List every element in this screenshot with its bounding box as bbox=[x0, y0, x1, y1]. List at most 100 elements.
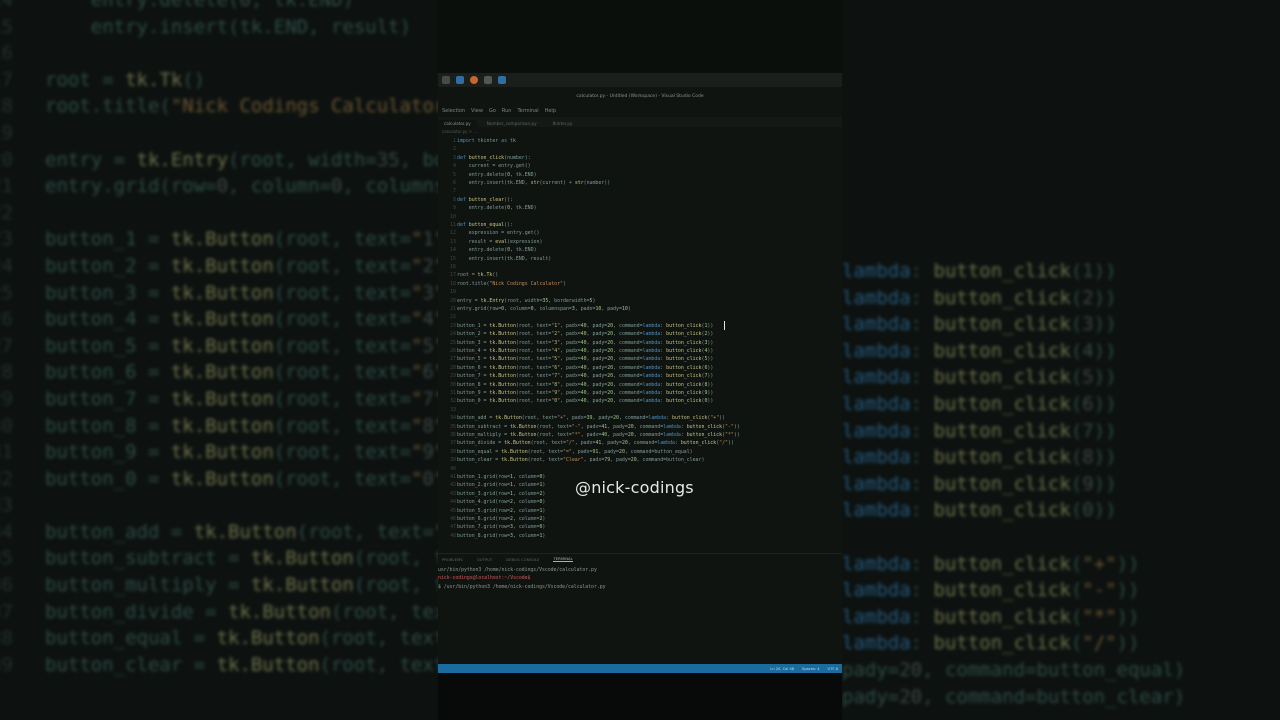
line-number: 24 bbox=[450, 331, 456, 338]
code-text: entry.insert(tk.END, str(current) + str(… bbox=[457, 180, 611, 186]
code-line[interactable]: 9 entry.delete(0, tk.END) bbox=[438, 204, 536, 212]
code-text: button_6 = tk.Button(root, text="6", pad… bbox=[457, 364, 714, 371]
panel-tab[interactable]: PROBLEMS bbox=[442, 557, 463, 562]
code-line[interactable]: 45button_5.grid(row=2, column=1) bbox=[438, 507, 545, 515]
code-line[interactable]: 2 bbox=[438, 145, 457, 153]
code-line[interactable]: 17root = tk.Tk() bbox=[438, 271, 498, 279]
line-number: 28 bbox=[450, 364, 456, 371]
terminal-icon[interactable] bbox=[484, 76, 492, 84]
code-line[interactable]: 4 current = entry.get() bbox=[438, 162, 531, 170]
indentation-setting[interactable]: Spaces: 4 bbox=[802, 667, 819, 671]
code-line[interactable]: 25button_3 = tk.Button(root, text="3", p… bbox=[438, 339, 713, 347]
code-text: button_clear = tk.Button(root, text="Cle… bbox=[457, 457, 705, 464]
editor-tab[interactable]: calculator.py bbox=[438, 120, 477, 127]
terminal[interactable]: usr/bin/python3 /home/nick-codings/Vscod… bbox=[438, 567, 842, 592]
code-line[interactable]: 41button_1.grid(row=1, column=0) bbox=[438, 473, 545, 481]
code-line[interactable]: 14 entry.delete(0, tk.END) bbox=[438, 246, 537, 254]
code-line[interactable]: 8def button_clear(): bbox=[438, 196, 513, 204]
code-line[interactable]: 22 bbox=[438, 313, 457, 321]
cursor-position[interactable]: Ln 20, Col 48 bbox=[770, 667, 794, 671]
code-text: button_7 = tk.Button(root, text="7", pad… bbox=[457, 373, 714, 380]
vscode-running-icon[interactable] bbox=[498, 76, 506, 84]
code-text: button_1 = tk.Button(root, text="1", pad… bbox=[457, 322, 714, 329]
code-text: entry.delete(0, tk.END) bbox=[457, 247, 537, 254]
code-line[interactable]: 24button_2 = tk.Button(root, text="2", p… bbox=[438, 330, 713, 338]
code-line[interactable]: 15 entry.insert(tk.END, result) bbox=[438, 255, 551, 263]
code-text: root.title("Nick Codings Calculator") bbox=[457, 280, 566, 287]
menu-item[interactable]: Run bbox=[502, 108, 512, 114]
code-text: def button_click(number): bbox=[457, 154, 531, 161]
line-number: 29 bbox=[450, 373, 456, 380]
app-menu-icon[interactable] bbox=[442, 76, 450, 84]
panel-tabs: PROBLEMS OUTPUT DEBUG CONSOLE TERMINAL bbox=[438, 553, 842, 564]
code-line[interactable]: 34button_add = tk.Button(root, text="+",… bbox=[438, 414, 725, 422]
vscode-window: calculator.py - Untitled (Workspace) - V… bbox=[438, 73, 842, 720]
line-number: 9 bbox=[453, 205, 456, 212]
menu-item[interactable]: Selection bbox=[442, 108, 465, 114]
line-number: 27 bbox=[450, 356, 456, 363]
code-line[interactable]: 16 bbox=[438, 263, 457, 271]
menu-item[interactable]: Terminal bbox=[517, 108, 538, 114]
code-line[interactable]: 29button_7 = tk.Button(root, text="7", p… bbox=[438, 372, 713, 380]
panel-tab[interactable]: TERMINAL bbox=[553, 556, 573, 562]
encoding-setting[interactable]: UTF-8 bbox=[828, 667, 838, 671]
code-line[interactable]: 12 expression = entry.get() bbox=[438, 229, 539, 237]
code-editor[interactable]: 1import tkinter as tk 2 3def button_click(… bbox=[438, 136, 842, 539]
panel-tab[interactable]: DEBUG CONSOLE bbox=[506, 557, 539, 562]
code-line[interactable]: 5 entry.delete(0, tk.END) bbox=[438, 171, 536, 179]
editor-tab[interactable]: Number_comparison.py bbox=[481, 120, 543, 127]
code-line[interactable]: 28button_6 = tk.Button(root, text="6", p… bbox=[438, 364, 713, 372]
code-line[interactable]: 11def button_equal(): bbox=[438, 221, 513, 229]
code-line[interactable]: 27button_5 = tk.Button(root, text="5", p… bbox=[438, 355, 713, 363]
firefox-icon[interactable] bbox=[470, 76, 478, 84]
editor-tab[interactable]: tkinter.py bbox=[547, 120, 579, 127]
code-line[interactable]: 21entry.grid(row=0, column=0, columnspan… bbox=[438, 305, 631, 313]
code-text: button_equal = tk.Button(root, text="=",… bbox=[457, 448, 693, 455]
code-line[interactable]: 13 result = eval(expression) bbox=[438, 238, 542, 246]
panel-tab[interactable]: OUTPUT bbox=[477, 557, 492, 562]
line-number: 3 bbox=[453, 154, 456, 161]
code-line[interactable]: 18root.title("Nick Codings Calculator") bbox=[438, 280, 566, 288]
code-line[interactable]: 26button_4 = tk.Button(root, text="4", p… bbox=[438, 347, 713, 355]
line-number: 45 bbox=[450, 507, 456, 514]
menu-item[interactable]: Help bbox=[545, 108, 556, 114]
code-line[interactable]: 39button_clear = tk.Button(root, text="C… bbox=[438, 456, 704, 464]
code-line[interactable]: 33 bbox=[438, 406, 457, 414]
code-line[interactable]: 32button_0 = tk.Button(root, text="0", p… bbox=[438, 397, 713, 405]
menu-item[interactable]: View bbox=[471, 108, 483, 114]
code-line[interactable]: 19 bbox=[438, 288, 457, 296]
line-number: 32 bbox=[450, 398, 456, 405]
code-line[interactable]: 31button_9 = tk.Button(root, text="9", p… bbox=[438, 389, 713, 397]
code-line[interactable]: 40 bbox=[438, 465, 457, 473]
menu-item[interactable]: Go bbox=[489, 108, 496, 114]
line-number: 44 bbox=[450, 499, 456, 506]
code-line[interactable]: 20entry = tk.Entry(root, width=35, borde… bbox=[438, 297, 595, 305]
code-line[interactable]: 6 entry.insert(tk.END, str(current) + st… bbox=[438, 179, 610, 187]
code-line[interactable]: 10 bbox=[438, 213, 457, 221]
code-line[interactable]: 3def button_click(number): bbox=[438, 154, 531, 162]
background-right-blur: lambda: button_click(1)) lambda: button_… bbox=[842, 0, 1280, 720]
line-number: 21 bbox=[450, 306, 456, 312]
line-number: 38 bbox=[450, 448, 456, 455]
code-line[interactable]: 35button_subtract = tk.Button(root, text… bbox=[438, 423, 740, 431]
code-line[interactable]: 30button_8 = tk.Button(root, text="8", p… bbox=[438, 381, 713, 389]
code-text: button_2.grid(row=1, column=1) bbox=[457, 482, 546, 489]
code-text: button_4 = tk.Button(root, text="4", pad… bbox=[457, 348, 714, 354]
code-line[interactable]: 38button_equal = tk.Button(root, text="=… bbox=[438, 448, 693, 456]
code-line[interactable]: 47button_7.grid(row=3, column=0) bbox=[438, 523, 545, 531]
code-line[interactable]: 37button_divide = tk.Button(root, text="… bbox=[438, 439, 734, 447]
code-line[interactable]: 43button_3.grid(row=1, column=2) bbox=[438, 490, 545, 498]
code-text: entry.insert(tk.END, result) bbox=[457, 255, 552, 262]
code-line[interactable]: 1import tkinter as tk bbox=[438, 137, 516, 145]
code-line[interactable]: 44button_4.grid(row=2, column=0) bbox=[438, 498, 545, 506]
code-line[interactable]: 23button_1 = tk.Button(root, text="1", p… bbox=[438, 322, 713, 330]
code-line[interactable]: 42button_2.grid(row=1, column=1) bbox=[438, 481, 545, 489]
vscode-icon[interactable] bbox=[456, 76, 464, 84]
code-line[interactable]: 36button_multiply = tk.Button(root, text… bbox=[438, 431, 740, 439]
code-line[interactable]: 48button_8.grid(row=3, column=1) bbox=[438, 532, 545, 540]
line-number: 25 bbox=[450, 339, 456, 346]
line-number: 41 bbox=[450, 474, 456, 480]
code-line[interactable]: 7 bbox=[438, 187, 457, 195]
code-line[interactable]: 46button_6.grid(row=2, column=2) bbox=[438, 515, 545, 523]
breadcrumb[interactable]: calculator.py > ... bbox=[438, 127, 842, 136]
